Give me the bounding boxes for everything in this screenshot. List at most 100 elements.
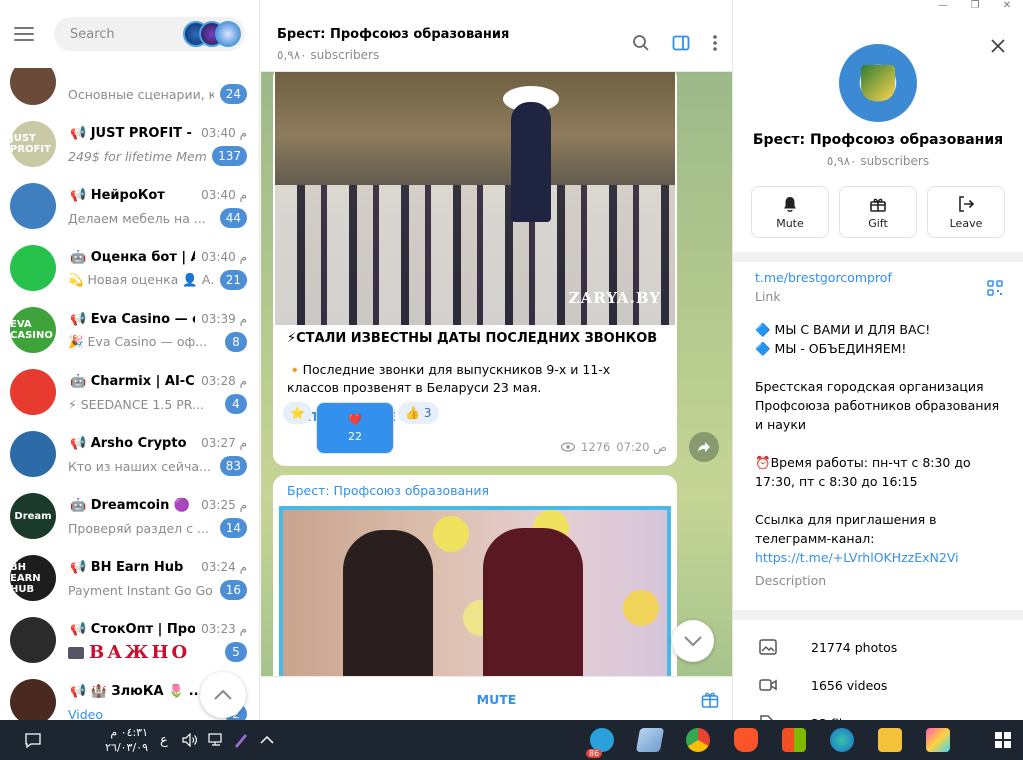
minimize-button[interactable]: —: [927, 0, 959, 14]
post-meta: 1276 07:20 ص: [561, 440, 667, 454]
chat-list-item[interactable]: BH EARN HUB 📢 BH Earn Hub 03:24 م Paymen…: [0, 548, 259, 610]
share-button[interactable]: [689, 432, 719, 462]
notes-app[interactable]: [635, 728, 665, 752]
chat-list-item[interactable]: 🤖 Charmix | AI-Ст... 03:28 م ⚡ SEEDANCE …: [0, 362, 259, 424]
post-body: 🔸Последние звонки для выпускников 9-х и …: [287, 362, 611, 395]
windows-start-button[interactable]: [995, 732, 1011, 748]
channel-avatar[interactable]: [839, 44, 917, 122]
post-photo[interactable]: ZARYA.BY: [275, 72, 675, 325]
mute-button[interactable]: MUTE: [261, 692, 732, 707]
chat-name: 📢 НейроКот: [70, 187, 165, 203]
view-count: 1276: [581, 440, 611, 454]
chat-list-item[interactable]: Dream 🤖 Dreamcoin 🟣 03:25 م Проверяй раз…: [0, 486, 259, 548]
gift-icon: [870, 198, 886, 212]
game-app[interactable]: [926, 728, 950, 752]
stories-avatars[interactable]: [183, 21, 241, 47]
channel-post[interactable]: Брест: Профсоюз образования: [273, 475, 677, 676]
tray-chevron-icon[interactable]: [260, 735, 274, 745]
unread-badge: 8: [225, 332, 247, 352]
explorer-app[interactable]: [878, 728, 902, 752]
chat-time: 03:27 م: [201, 436, 247, 450]
reaction-star[interactable]: ⭐: [283, 402, 312, 424]
notifications-icon[interactable]: [24, 731, 42, 749]
unread-badge: 16: [219, 580, 247, 600]
sidebar-toggle-icon[interactable]: [672, 34, 690, 52]
reaction-thumbs-up[interactable]: 👍 3: [397, 402, 439, 424]
post-photo[interactable]: [279, 506, 671, 676]
chat-view: Брест: Профсоюз образования ٥,٩٨٠ subscr…: [261, 0, 732, 720]
mute-action-button[interactable]: Mute: [751, 186, 829, 238]
videos-row[interactable]: 1656 videos: [733, 666, 1023, 704]
channel-post[interactable]: ZARYA.BY ⚡СТАЛИ ИЗВЕСТНЫ ДАТЫ ПОСЛЕДНИХ …: [273, 72, 677, 466]
share-icon: [698, 442, 710, 452]
chat-preview: 249$ for lifetime Membe...: [68, 148, 207, 164]
chat-title[interactable]: Брест: Профсоюз образования: [277, 27, 509, 42]
chat-time: 03:40 م: [201, 126, 247, 140]
channel-info: t.me/brestgorcomprof Link 🔷 МЫ С ВАМИ И …: [755, 270, 1003, 590]
chat-name: 📢 BH Earn Hub: [70, 559, 184, 575]
edge-app[interactable]: [830, 728, 854, 752]
network-icon[interactable]: [208, 733, 224, 747]
channel-description: 🔷 МЫ С ВАМИ И ДЛЯ ВАС! 🔷 МЫ - ОБЪЕДИНЯЕМ…: [755, 320, 1003, 590]
chevron-up-icon: [214, 689, 232, 700]
gift-icon[interactable]: [700, 689, 720, 713]
chat-time: 03:25 م: [201, 498, 247, 512]
channel-subscribers: ٥,٩٨٠ subscribers: [826, 154, 930, 168]
search-icon[interactable]: [632, 34, 650, 52]
chat-name: 🤖 Оценка бот | А...: [70, 249, 195, 265]
menu-icon[interactable]: [14, 27, 34, 41]
chat-avatar: EVA CASINO: [10, 307, 56, 353]
unread-badge: 4: [225, 394, 247, 414]
chat-header[interactable]: Брест: Профсоюз образования ٥,٩٨٠ subscr…: [261, 0, 732, 72]
clock[interactable]: ٠٤:٣١ م ٢٦/٠٣/٠٩: [96, 725, 148, 755]
close-icon[interactable]: [991, 38, 1005, 57]
chat-name: 📢 JUST PROFIT - ₿: [70, 126, 196, 141]
brave-app[interactable]: [734, 728, 758, 752]
bell-icon: [784, 196, 796, 212]
qr-code-icon[interactable]: [987, 280, 1003, 300]
chat-name: 🤖 Dreamcoin 🟣: [70, 497, 191, 513]
store-app[interactable]: [782, 728, 806, 752]
description-label: Description: [755, 573, 827, 588]
volume-icon[interactable]: [182, 733, 198, 747]
language-indicator[interactable]: ع: [160, 733, 168, 748]
reaction-heart[interactable]: ❤️ 22: [315, 402, 394, 454]
scroll-down-button[interactable]: [672, 620, 714, 662]
chat-list-item[interactable]: JUST PROFIT 📢 JUST PROFIT - ₿ 03:40 م 24…: [0, 114, 259, 176]
chrome-app[interactable]: [686, 728, 710, 752]
post-time: 07:20 ص: [616, 440, 667, 454]
unread-badge: 44: [219, 208, 247, 228]
clock-date: ٢٦/٠٣/٠٩: [105, 741, 148, 754]
unread-badge: 21: [219, 270, 247, 290]
post-sender[interactable]: Брест: Профсоюз образования: [273, 475, 677, 506]
scroll-up-button[interactable]: [200, 672, 246, 718]
chat-name: 📢 Eva Casino — оф...: [70, 311, 195, 327]
chat-list-item[interactable]: 📢 НейроКот 03:40 م Делаем мебель на ... …: [0, 176, 259, 238]
chat-name: 🤖 Charmix | AI-Ст...: [70, 373, 195, 389]
channel-name: Брест: Профсоюз образования: [752, 132, 1004, 148]
pen-icon[interactable]: [232, 731, 250, 749]
channel-link[interactable]: t.me/brestgorcomprof: [755, 270, 1003, 285]
chat-subscribers: ٥,٩٨٠ subscribers: [277, 48, 380, 62]
close-window-button[interactable]: ✕: [991, 0, 1023, 14]
photos-row[interactable]: 21774 photos: [733, 628, 1023, 666]
telegram-app[interactable]: 86: [586, 728, 614, 758]
leave-action-button[interactable]: Leave: [927, 186, 1005, 238]
message-list: ZARYA.BY ⚡СТАЛИ ИЗВЕСТНЫ ДАТЫ ПОСЛЕДНИХ …: [261, 72, 732, 676]
gift-action-button[interactable]: Gift: [839, 186, 917, 238]
search-input[interactable]: Search: [54, 17, 245, 51]
maximize-button[interactable]: ❐: [959, 0, 991, 14]
chat-avatar: [10, 245, 56, 291]
invite-link[interactable]: https://t.me/+LVrhlOKHzzExN2Vi: [755, 550, 959, 565]
chat-preview: Payment Instant Go Go ...: [68, 582, 214, 598]
chat-list-item[interactable]: 📢 Arsho Crypto 03:27 م Кто из наших сейч…: [0, 424, 259, 486]
chat-preview: 🎉 Eva Casino — оф...: [68, 334, 208, 349]
clock-time: ٠٤:٣١ م: [110, 726, 148, 739]
chat-list-item[interactable]: 📢 СтокОпт | Прод... 03:23 م ВАЖНО 5: [0, 610, 259, 672]
video-icon: [759, 679, 777, 691]
unread-badge: 14: [219, 518, 247, 538]
chat-list-item[interactable]: EVA CASINO 📢 Eva Casino — оф... 03:39 م …: [0, 300, 259, 362]
more-icon[interactable]: [712, 34, 718, 52]
channel-info-panel: Брест: Профсоюз образования ٥,٩٨٠ subscr…: [732, 0, 1023, 731]
chat-list-item[interactable]: 🤖 Оценка бот | А... 03:40 م 💫 Новая оцен…: [0, 238, 259, 300]
